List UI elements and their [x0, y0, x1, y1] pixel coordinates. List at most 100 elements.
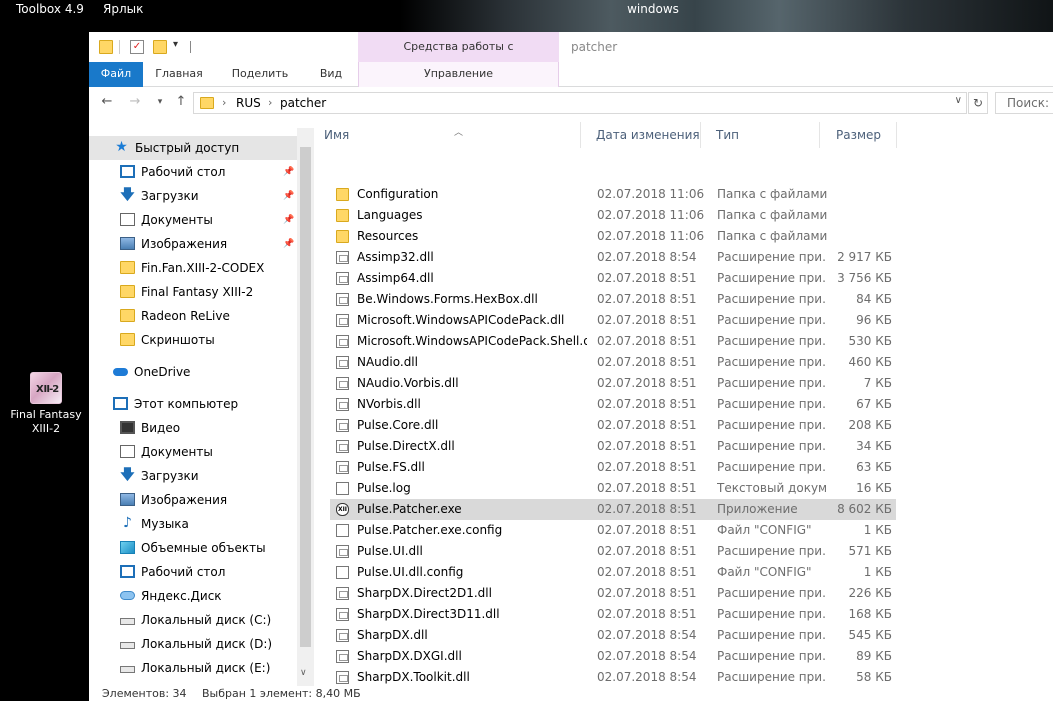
column-divider[interactable] [580, 122, 581, 148]
pin-icon[interactable]: 📌 [283, 184, 294, 208]
sidebar-item[interactable]: Изображения 📌 [89, 232, 297, 256]
folder-icon[interactable] [99, 40, 113, 54]
table-row[interactable]: Languages 02.07.2018 11:06 Папка с файлами [330, 205, 896, 226]
table-row[interactable]: Pulse.FS.dll 02.07.2018 8:51 Расширение пр… [330, 457, 896, 478]
tab-view[interactable]: Вид [311, 62, 351, 87]
tab-home[interactable]: Главная [151, 62, 207, 87]
sidebar-item[interactable]: Локальный диск (C:) [89, 608, 297, 632]
desktop-shortcut-label[interactable]: Ярлык [103, 2, 143, 16]
table-row[interactable]: Pulse.UI.dll 02.07.2018 8:51 Расширение пр… [330, 541, 896, 562]
file-name: SharpDX.Direct2D1.dll [357, 586, 492, 600]
breadcrumb-chevron-icon[interactable]: › [268, 96, 272, 109]
column-header-type[interactable]: Тип [710, 122, 820, 148]
breadcrumb-patcher[interactable]: patcher [280, 96, 326, 110]
sidebar-item[interactable]: Объемные объекты [89, 536, 297, 560]
file-date: 02.07.2018 8:51 [597, 271, 697, 285]
sidebar-item[interactable]: ★ Быстрый доступ [89, 136, 297, 160]
sidebar-item[interactable]: Рабочий стол [89, 560, 297, 584]
table-row[interactable]: NVorbis.dll 02.07.2018 8:51 Расширение при… [330, 394, 896, 415]
scroll-down-chevron-icon[interactable]: ∨ [300, 668, 307, 678]
breadcrumb-rus[interactable]: RUS [236, 96, 261, 110]
sidebar-item[interactable]: Этот компьютер [89, 392, 297, 416]
sidebar-item-label: Документы [141, 213, 213, 227]
file-type: Расширение при... [717, 334, 827, 348]
table-row[interactable]: Resources 02.07.2018 11:06 Папка с файлами [330, 226, 896, 247]
tab-share[interactable]: Поделить [221, 62, 299, 87]
file-type: Папка с файлами [717, 187, 827, 201]
sidebar-item[interactable]: Локальный диск (D:) [89, 632, 297, 656]
table-row[interactable]: SharpDX.Direct3D11.dll 02.07.2018 8:51 Рас… [330, 604, 896, 625]
table-row[interactable]: SharpDX.Direct2D1.dll 02.07.2018 8:51 Расш… [330, 583, 896, 604]
table-row[interactable]: Assimp32.dll 02.07.2018 8:54 Расширение пр… [330, 247, 896, 268]
nav-scrollbar[interactable]: ∨ [297, 128, 314, 686]
pin-icon[interactable]: 📌 [283, 232, 294, 256]
new-folder-icon[interactable] [153, 40, 167, 54]
sidebar-item[interactable]: Видео [89, 416, 297, 440]
breadcrumb-chevron-icon[interactable]: › [222, 96, 226, 109]
sidebar-item[interactable]: Локальный диск (E:) [89, 656, 297, 680]
table-row[interactable]: Pulse.log 02.07.2018 8:51 Текстовый докум 1… [330, 478, 896, 499]
customize-toolbar-chevron-icon[interactable]: ▾ [173, 39, 178, 50]
sidebar-item[interactable]: ♪ Музыка [89, 512, 297, 536]
sidebar-item[interactable]: Radeon ReLive [89, 304, 297, 328]
sidebar-item[interactable]: Рабочий стол 📌 [89, 160, 297, 184]
sidebar-item[interactable]: Скриншоты [89, 328, 297, 352]
nav-scrollbar-thumb[interactable] [300, 147, 311, 647]
table-row[interactable]: SharpDX.DXGI.dll 02.07.2018 8:54 Расширени… [330, 646, 896, 667]
images-icon [120, 237, 135, 250]
table-row[interactable]: Microsoft.WindowsAPICodePack.dll 02.07.20… [330, 310, 896, 331]
pin-icon[interactable]: 📌 [283, 160, 294, 184]
file-date: 02.07.2018 8:51 [597, 607, 697, 621]
tab-file[interactable]: Файл [89, 62, 143, 87]
up-arrow-icon[interactable]: ↑ [173, 94, 189, 109]
address-history-chevron-down-icon[interactable]: ∨ [955, 95, 962, 106]
table-row[interactable]: Pulse.DirectX.dll 02.07.2018 8:51 Расширен… [330, 436, 896, 457]
file-date: 02.07.2018 8:51 [597, 292, 697, 306]
sidebar-item[interactable]: 🡇 Загрузки 📌 [89, 184, 297, 208]
table-row[interactable]: Be.Windows.Forms.HexBox.dll 02.07.2018 8:… [330, 289, 896, 310]
sidebar-item[interactable]: Fin.Fan.XIII-2-CODEX [89, 256, 297, 280]
sidebar-item[interactable]: Документы 📌 [89, 208, 297, 232]
table-row[interactable]: Configuration 02.07.2018 11:06 Папка с фай… [330, 184, 896, 205]
file-date: 02.07.2018 11:06 [597, 187, 705, 201]
file-size: 530 КБ [848, 334, 892, 348]
column-divider[interactable] [819, 122, 820, 148]
properties-icon[interactable]: ✓ [130, 40, 144, 54]
column-divider[interactable] [700, 122, 701, 148]
table-row[interactable]: SharpDX.dll 02.07.2018 8:54 Расширение при… [330, 625, 896, 646]
table-row[interactable]: Assimp64.dll 02.07.2018 8:51 Расширение пр… [330, 268, 896, 289]
sidebar-item[interactable]: OneDrive [89, 360, 297, 384]
column-header-size[interactable]: Размер [830, 122, 896, 148]
recent-chevron-down-icon[interactable]: ▾ [152, 97, 168, 107]
desktop-shortcut-final-fantasy[interactable]: Ⅻ-2 Final Fantasy XIII-2 [8, 372, 84, 436]
table-row[interactable]: SharpDX.Toolkit.dll 02.07.2018 8:54 Расшир… [330, 667, 896, 686]
pin-icon[interactable]: 📌 [283, 208, 294, 232]
column-header-name[interactable]: Имя ︿ [318, 122, 580, 148]
table-row[interactable]: Pulse.Core.dll 02.07.2018 8:51 Расширение … [330, 415, 896, 436]
file-date: 02.07.2018 11:06 [597, 229, 705, 243]
table-row[interactable]: Pulse.UI.dll.config 02.07.2018 8:51 Файл "… [330, 562, 896, 583]
refresh-icon[interactable]: ↻ [968, 92, 988, 114]
file-date: 02.07.2018 8:51 [597, 544, 697, 558]
table-row[interactable]: XII Pulse.Patcher.exe 02.07.2018 8:51 Прило… [330, 499, 896, 520]
sidebar-item-label: Загрузки [141, 189, 199, 203]
sidebar-item[interactable]: Яндекс.Диск [89, 584, 297, 608]
tab-manage[interactable]: Управление [358, 62, 559, 87]
table-row[interactable]: Pulse.Patcher.exe.config 02.07.2018 8:51 Ф… [330, 520, 896, 541]
sidebar-item[interactable]: Final Fantasy XIII-2 [89, 280, 297, 304]
address-bar[interactable]: › RUS › patcher ∨ [193, 92, 967, 114]
column-header-date[interactable]: Дата изменения [590, 122, 702, 148]
table-row[interactable]: NAudio.Vorbis.dll 02.07.2018 8:51 Расширен… [330, 373, 896, 394]
documents-icon [120, 213, 135, 226]
table-row[interactable]: NAudio.dll 02.07.2018 8:51 Расширение при.… [330, 352, 896, 373]
back-arrow-icon[interactable]: ← [99, 94, 115, 109]
table-row[interactable]: Microsoft.WindowsAPICodePack.Shell.dll 02… [330, 331, 896, 352]
file-size: 571 КБ [848, 544, 892, 558]
forward-arrow-icon[interactable]: → [127, 94, 143, 109]
column-divider[interactable] [896, 122, 897, 148]
desktop-app-label[interactable]: Toolbox 4.9 [16, 2, 84, 16]
sidebar-item[interactable]: Документы [89, 440, 297, 464]
sidebar-item[interactable]: Изображения [89, 488, 297, 512]
search-input[interactable]: Поиск: p [995, 92, 1053, 114]
sidebar-item[interactable]: 🡇 Загрузки [89, 464, 297, 488]
